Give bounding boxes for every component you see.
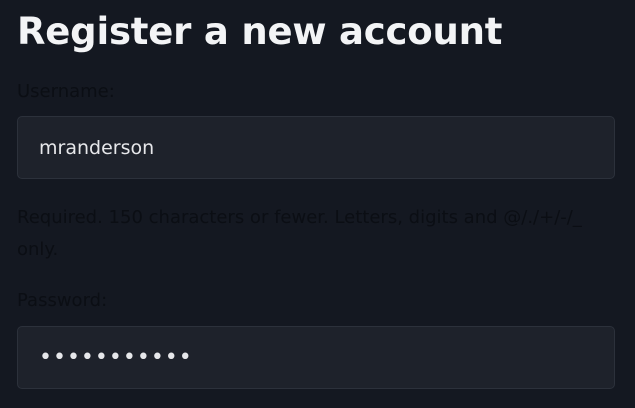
page-title: Register a new account [17,10,503,53]
username-input[interactable] [17,116,615,179]
username-help-text: Required. 150 characters or fewer. Lette… [17,207,582,260]
password-input[interactable] [17,326,615,389]
username-label: Username: [17,81,115,102]
password-label: Password: [17,290,108,311]
